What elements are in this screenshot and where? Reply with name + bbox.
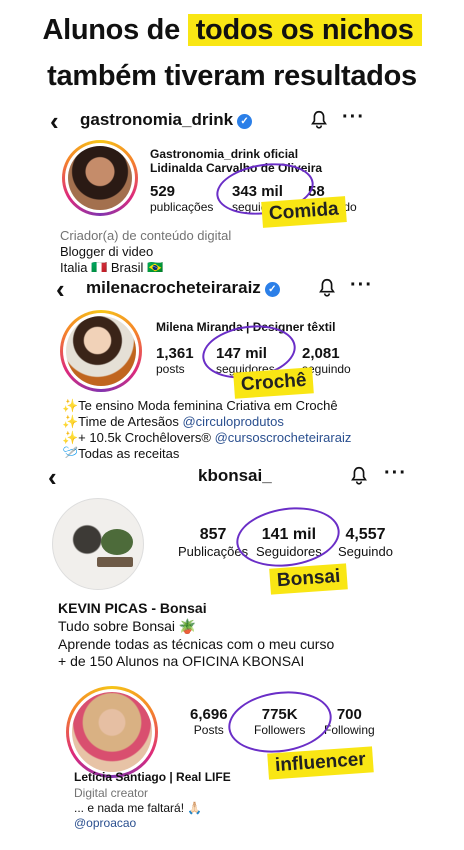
verified-badge-icon: ✓ xyxy=(264,282,280,297)
bell-icon[interactable] xyxy=(316,277,338,299)
profile-card-leticia: 6,696 Posts 775K Followers 700 Following… xyxy=(54,680,410,840)
avatar-photo xyxy=(72,692,152,772)
profile-card-gastronomia: ‹ gastronomia_drink ✓ ··· Gastronomia_dri… xyxy=(28,102,438,280)
avatar-photo xyxy=(66,316,136,386)
stat-value: 6,696 xyxy=(190,706,228,723)
stat-posts[interactable]: 529 publicações xyxy=(150,183,213,214)
bio: Criador(a) de conteúdo digital Blogger d… xyxy=(60,228,231,276)
bio-line: ✨Te ensino Moda feminina Criativa em Cro… xyxy=(62,398,338,413)
username-text: gastronomia_drink xyxy=(80,110,234,129)
bio-line: ✨+ 10.5k Crochêlovers® @cursoscrocheteir… xyxy=(62,430,351,446)
bio-category: Criador(a) de conteúdo digital xyxy=(60,228,232,243)
profile-username: milenacrocheteiraraiz ✓ xyxy=(86,278,280,298)
profile-name: KEVIN PICAS - Bonsai xyxy=(58,600,207,616)
stat-label: publicações xyxy=(150,200,214,214)
profile-name: Letícia Santiago | Real LIFE xyxy=(74,770,231,784)
bonsai-tree-image xyxy=(101,529,133,555)
niche-sticker: Comida xyxy=(261,196,347,228)
bio-link[interactable]: @circuloprodutos xyxy=(182,414,283,429)
avatar[interactable] xyxy=(52,498,144,590)
profile-card-kbonsai: ‹ kbonsai_ ··· 857 Publicações 141 mil S… xyxy=(26,458,446,684)
back-arrow-icon[interactable]: ‹ xyxy=(48,464,57,490)
bio-line: Tudo sobre Bonsai 🪴 xyxy=(58,618,197,634)
headline-highlight: todos os nichos xyxy=(187,14,422,46)
headline-prefix: Alunos de xyxy=(42,14,180,46)
bio-text: ✨Time de Artesãos xyxy=(62,414,183,429)
back-arrow-icon[interactable]: ‹ xyxy=(56,276,65,302)
more-options-icon[interactable]: ··· xyxy=(342,106,365,129)
bio-category: Digital creator xyxy=(74,786,149,800)
bio-line: ✨Time de Artesãos @circuloprodutos xyxy=(62,414,351,430)
stat-value: 529 xyxy=(150,183,176,200)
bio-line: Aprende todas as técnicas com o meu curs… xyxy=(58,635,335,652)
bio-line: Blogger di video xyxy=(60,244,154,259)
bonsai-pot-image xyxy=(97,557,133,567)
bio: Tudo sobre Bonsai 🪴 Aprende todas as téc… xyxy=(58,618,334,671)
profile-username: gastronomia_drink ✓ xyxy=(80,110,253,130)
headline-line-1: Alunos de todos os nichos xyxy=(0,14,464,47)
bio-line: + de 150 Alunos na OFICINA KBONSAI xyxy=(58,653,305,669)
stat-label: Seguindo xyxy=(338,544,393,559)
stat-value: 4,557 xyxy=(345,526,386,543)
bio-link[interactable]: @oproacao xyxy=(74,816,202,831)
niche-sticker: Bonsai xyxy=(269,563,349,595)
bell-icon[interactable] xyxy=(348,465,370,487)
more-options-icon[interactable]: ··· xyxy=(384,462,407,485)
highlight-circle xyxy=(232,501,344,573)
bio: Digital creator ... e nada me faltará! 🙏… xyxy=(74,786,202,831)
stat-label: posts xyxy=(156,362,185,376)
bell-icon[interactable] xyxy=(308,109,330,131)
avatar-photo xyxy=(68,146,132,210)
stat-value: 2,081 xyxy=(302,345,340,362)
avatar[interactable] xyxy=(66,686,158,778)
bio-line: ... e nada me faltará! 🙏🏻 xyxy=(74,801,203,815)
bio-link[interactable]: @cursoscrocheteiraraiz xyxy=(215,430,352,445)
headline-line-2: também tiveram resultados xyxy=(47,60,417,92)
verified-badge-icon: ✓ xyxy=(237,114,253,129)
profile-username: kbonsai_ xyxy=(198,466,272,485)
avatar[interactable] xyxy=(60,310,142,392)
highlight-circle xyxy=(224,685,336,759)
profile-card-milena: ‹ milenacrocheteiraraiz ✓ ··· Milena Mira… xyxy=(28,272,438,462)
display-name-line-1: Gastronomia_drink oficial xyxy=(150,147,299,161)
more-options-icon[interactable]: ··· xyxy=(350,274,373,297)
stat-label: Posts xyxy=(193,723,224,737)
back-arrow-icon[interactable]: ‹ xyxy=(50,108,59,134)
stat-posts[interactable]: 6,696 Posts xyxy=(190,706,228,737)
niche-sticker: Crochê xyxy=(233,367,315,399)
stat-following[interactable]: 4,557 Seguindo xyxy=(338,526,393,559)
bio-text: ✨+ 10.5k Crochêlovers® xyxy=(62,430,215,445)
stat-value: 1,361 xyxy=(156,345,194,362)
stat-posts[interactable]: 1,361 posts xyxy=(156,345,194,376)
bio: ✨Te ensino Moda feminina Criativa em Cro… xyxy=(62,398,351,462)
stat-label: Following xyxy=(324,723,375,737)
avatar[interactable] xyxy=(62,140,138,216)
stat-following[interactable]: 700 Following xyxy=(324,706,375,737)
username-text: milenacrocheteiraraiz xyxy=(86,278,261,297)
